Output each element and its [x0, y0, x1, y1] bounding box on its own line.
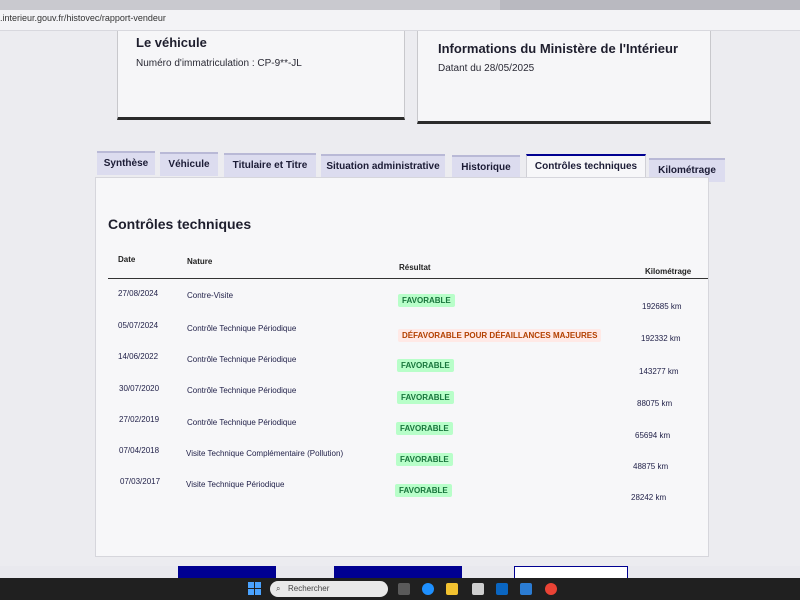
- print-button[interactable]: [178, 566, 276, 578]
- row-date: 07/04/2018: [119, 446, 160, 455]
- search-placeholder: Rechercher: [288, 584, 330, 593]
- section-title: Contrôles techniques: [108, 216, 252, 232]
- row-mileage: 28242 km: [631, 493, 667, 502]
- technical-inspections-panel: Contrôles techniques Date Nature Résulta…: [95, 177, 709, 557]
- edge-icon[interactable]: [422, 583, 434, 595]
- browser-tabs[interactable]: [500, 0, 800, 10]
- file-explorer-icon[interactable]: [446, 583, 458, 595]
- row-nature: Contrôle Technique Périodique: [187, 355, 297, 364]
- row-nature: Contrôle Technique Périodique: [187, 418, 297, 427]
- linkedin-icon[interactable]: [496, 583, 508, 595]
- ministry-card: Informations du Ministère de l'Intérieur…: [417, 31, 711, 124]
- url-text[interactable]: .interieur.gouv.fr/histovec/rapport-vend…: [0, 13, 166, 23]
- tab-historique[interactable]: Historique: [452, 155, 520, 179]
- result-badge: FAVORABLE: [397, 391, 454, 404]
- column-header-mileage: Kilométrage: [645, 267, 692, 276]
- row-mileage: 48875 km: [633, 462, 669, 471]
- search-icon: ⌕: [276, 584, 281, 593]
- row-date: 14/06/2022: [118, 352, 159, 361]
- tab-situation-administrative[interactable]: Situation administrative: [321, 154, 445, 178]
- download-report-button[interactable]: [334, 566, 462, 578]
- ministry-date: Datant du 28/05/2025: [438, 63, 535, 74]
- plate-number: Numéro d'immatriculation : CP-9**-JL: [136, 58, 302, 69]
- windows-taskbar: ⌕ Rechercher: [0, 578, 800, 600]
- vehicle-card-title: Le véhicule: [136, 35, 207, 50]
- chrome-icon[interactable]: [545, 583, 557, 595]
- row-date: 07/03/2017: [120, 477, 161, 486]
- column-header-date: Date: [118, 255, 136, 264]
- row-nature: Visite Technique Complémentaire (Polluti…: [186, 449, 344, 458]
- row-mileage: 192332 km: [641, 334, 681, 343]
- tab-titulaire[interactable]: Titulaire et Titre: [224, 153, 316, 177]
- column-header-nature: Nature: [187, 257, 213, 266]
- row-nature: Visite Technique Périodique: [186, 480, 285, 489]
- taskbar-search[interactable]: ⌕ Rechercher: [270, 581, 388, 597]
- tab-vehicule[interactable]: Véhicule: [160, 152, 218, 176]
- row-date: 30/07/2020: [119, 384, 160, 393]
- result-badge: FAVORABLE: [396, 422, 453, 435]
- outlook-icon[interactable]: [520, 583, 532, 595]
- row-mileage: 192685 km: [642, 302, 682, 311]
- row-nature: Contrôle Technique Périodique: [187, 324, 297, 333]
- result-badge: DÉFAVORABLE POUR DÉFAILLANCES MAJEURES: [398, 329, 602, 342]
- result-badge: FAVORABLE: [395, 484, 452, 497]
- row-mileage: 88075 km: [637, 399, 673, 408]
- windows-start-icon[interactable]: [248, 582, 262, 596]
- page-content: Le véhicule Numéro d'immatriculation : C…: [0, 31, 800, 566]
- column-header-result: Résultat: [399, 263, 431, 272]
- address-bar[interactable]: .interieur.gouv.fr/histovec/rapport-vend…: [0, 10, 800, 31]
- result-badge: FAVORABLE: [398, 294, 455, 307]
- ministry-card-title: Informations du Ministère de l'Intérieur: [438, 41, 679, 56]
- row-mileage: 143277 km: [639, 367, 679, 376]
- header-divider: [108, 278, 708, 279]
- row-date: 27/08/2024: [118, 289, 159, 298]
- row-nature: Contre-Visite: [187, 291, 234, 300]
- store-icon[interactable]: [472, 583, 484, 595]
- result-badge: FAVORABLE: [397, 359, 454, 372]
- browser-tab-strip: [0, 0, 800, 10]
- tab-synthese[interactable]: Synthèse: [97, 151, 155, 175]
- vehicle-card: Le véhicule Numéro d'immatriculation : C…: [117, 31, 405, 120]
- row-mileage: 65694 km: [635, 431, 671, 440]
- row-date: 27/02/2019: [119, 415, 160, 424]
- result-badge: FAVORABLE: [396, 453, 453, 466]
- row-nature: Contrôle Technique Périodique: [187, 386, 297, 395]
- action-buttons: [0, 566, 800, 580]
- task-view-icon[interactable]: [398, 583, 410, 595]
- row-date: 05/07/2024: [118, 321, 159, 330]
